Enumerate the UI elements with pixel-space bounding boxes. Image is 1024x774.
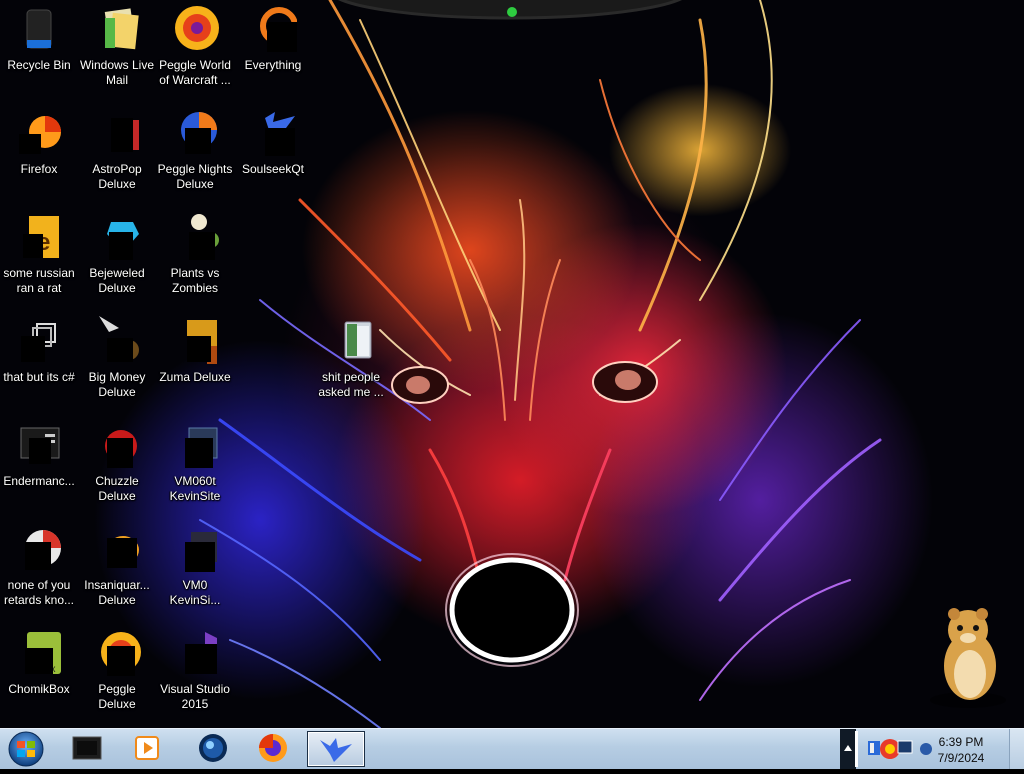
- desktop-icon-peggle-world-of-warcraft[interactable]: Peggle World of Warcraft ...: [156, 0, 234, 100]
- taskbar-item-globe[interactable]: [190, 731, 236, 765]
- vm-shortcut-icon: [171, 524, 219, 572]
- media-player-icon: [135, 736, 159, 760]
- desktop-icon-peggle-deluxe[interactable]: Peggle Deluxe: [78, 624, 156, 724]
- clock-time: 6:39 PM: [938, 735, 984, 749]
- desktop-icon-everything[interactable]: Everything: [234, 0, 312, 100]
- peggle-nights-icon: [171, 108, 219, 156]
- hamster-desktop-pet[interactable]: [926, 604, 1010, 708]
- desktop-icon-zuma-deluxe[interactable]: Zuma Deluxe: [156, 312, 234, 412]
- desktop-icon-endermanc[interactable]: Endermanc...: [0, 416, 78, 516]
- desktop-icon-none-of-you[interactable]: none of you retards kno...: [0, 520, 78, 620]
- bird-app-icon: [320, 738, 352, 762]
- clock-date: 7/9/2024: [937, 751, 985, 765]
- desktop-icon-soulseekqt[interactable]: SoulseekQt: [234, 104, 312, 204]
- chomikbox-icon: ox: [15, 628, 63, 676]
- desktop-icon-insaniquarium-deluxe[interactable]: Insaniquar... Deluxe: [78, 520, 156, 620]
- desktop-icon-that-but-its-csharp[interactable]: that but its c#: [0, 312, 78, 412]
- visual-studio-icon: [171, 628, 219, 676]
- show-desktop-button[interactable]: [1009, 729, 1024, 769]
- taskbar-item-media-player[interactable]: [124, 731, 170, 765]
- peggle-icon: [93, 628, 141, 676]
- shortcut-file-icon: [15, 316, 63, 364]
- firefox-icon: [15, 108, 63, 156]
- windows-orb-icon: [8, 731, 44, 767]
- network-icon: [880, 739, 900, 759]
- monitor-icon: [897, 740, 913, 754]
- taskbar: 6:39 PM 7/9/2024: [0, 728, 1024, 769]
- firefox-icon: [259, 734, 287, 762]
- astropop-icon: [93, 108, 141, 156]
- terminal-icon: [72, 736, 102, 760]
- zuma-icon: [171, 316, 219, 364]
- tray-overflow-button[interactable]: [840, 729, 856, 769]
- big-money-icon: [93, 316, 141, 364]
- desktop-icon-some-russian-ran-a-rat[interactable]: e some russian ran a rat: [0, 208, 78, 308]
- recycle-bin-icon: [15, 4, 63, 52]
- flag-icon: [868, 741, 880, 755]
- java-file-icon: e: [15, 212, 63, 260]
- vm-shortcut-icon: [171, 420, 219, 468]
- desktop-icon-bejeweled-deluxe[interactable]: Bejeweled Deluxe: [78, 208, 156, 308]
- desktop-icon-astropop-deluxe[interactable]: AstroPop Deluxe: [78, 104, 156, 204]
- gem-icon: [93, 212, 141, 260]
- peggle-wow-icon: [171, 4, 219, 52]
- chrome-icon: [15, 524, 63, 572]
- desktop-icon-firefox[interactable]: Firefox: [0, 104, 78, 204]
- desktop-icon-vm0-kevinsite[interactable]: VM0 KevinSi...: [156, 520, 234, 620]
- desktop-icon-plants-vs-zombies[interactable]: Plants vs Zombies: [156, 208, 234, 308]
- desktop-icon-shit-people-asked-me[interactable]: shit people asked me ...: [312, 312, 390, 412]
- desktop-icon-windows-live-mail[interactable]: Windows Live Mail: [78, 0, 156, 100]
- desktop-icon-recycle-bin[interactable]: Recycle Bin: [0, 0, 78, 100]
- desktop-icon-vm060t-kevinsite[interactable]: VM060t KevinSite: [156, 416, 234, 516]
- taskbar-item-firefox[interactable]: [250, 731, 296, 765]
- start-button[interactable]: [6, 731, 46, 767]
- chuzzle-icon: [93, 420, 141, 468]
- taskbar-item-bird-app[interactable]: [307, 731, 365, 767]
- mail-icon: [93, 4, 141, 52]
- clock[interactable]: 6:39 PM 7/9/2024: [926, 734, 996, 766]
- chevron-up-icon: [844, 745, 852, 751]
- desktop-icon-chuzzle-deluxe[interactable]: Chuzzle Deluxe: [78, 416, 156, 516]
- desktop-icon-visual-studio-2015[interactable]: Visual Studio 2015: [156, 624, 234, 724]
- fish-icon: [93, 524, 141, 572]
- zip-folder-icon: [327, 316, 375, 364]
- soulseek-bird-icon: [249, 108, 297, 156]
- plant-icon: [171, 212, 219, 260]
- console-app-icon: [15, 420, 63, 468]
- desktop-icon-peggle-nights-deluxe[interactable]: Peggle Nights Deluxe: [156, 104, 234, 204]
- globe-icon: [199, 734, 227, 762]
- desktop-icon-chomikbox[interactable]: ox ChomikBox: [0, 624, 78, 724]
- everything-search-icon: [249, 4, 298, 52]
- taskbar-item-terminal[interactable]: [65, 731, 111, 765]
- system-tray: 6:39 PM 7/9/2024: [858, 729, 1024, 769]
- desktop-icon-big-money-deluxe[interactable]: Big Money Deluxe: [78, 312, 156, 412]
